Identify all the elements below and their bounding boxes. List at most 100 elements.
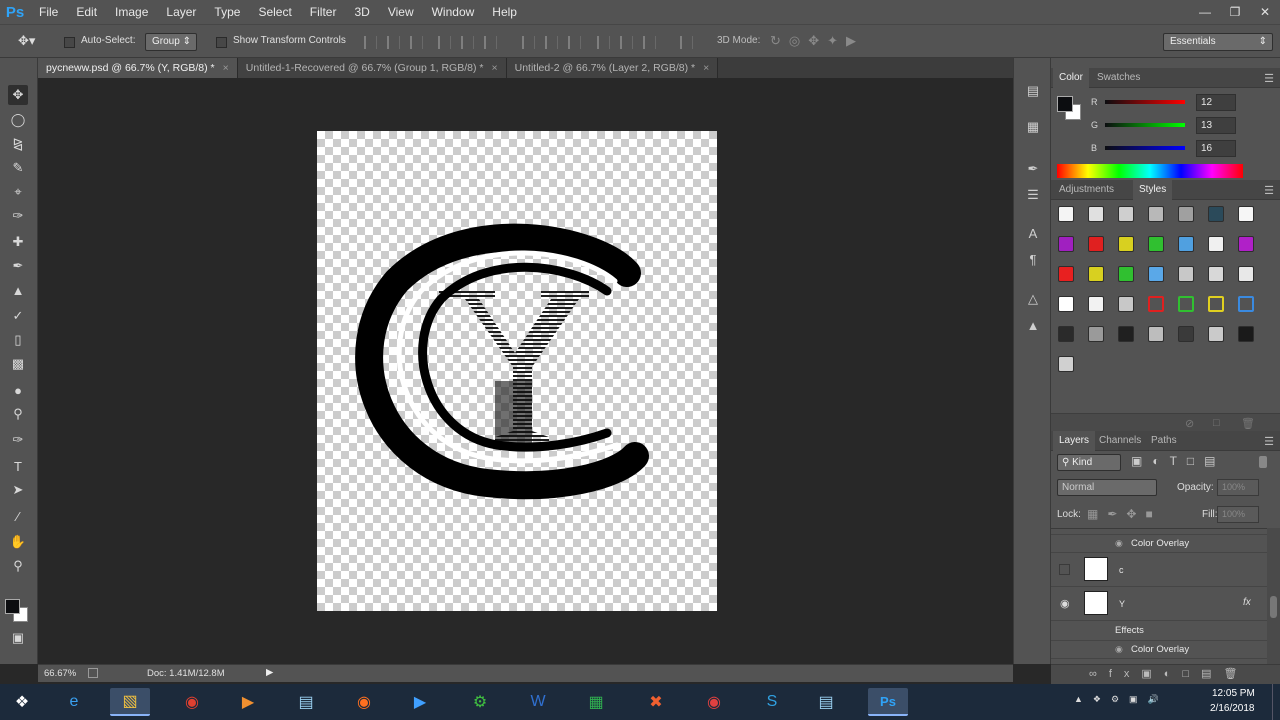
eye-icon[interactable]: ◉ — [1115, 538, 1123, 549]
restore-icon[interactable]: ❐ — [1220, 0, 1250, 24]
fx-icon[interactable]: fx — [1243, 597, 1251, 608]
xampp-icon[interactable]: ✖ — [636, 688, 676, 716]
tab-styles[interactable]: Styles — [1133, 180, 1173, 200]
document-canvas[interactable] — [317, 131, 717, 611]
menu-help[interactable]: Help — [483, 0, 526, 24]
close-icon[interactable]: × — [491, 58, 497, 78]
image-viewer-icon[interactable]: ▤ — [806, 688, 846, 716]
layer-filter-icons[interactable]: ▣◐T□▤ — [1131, 454, 1226, 468]
blur-tool-icon[interactable]: ● — [8, 380, 28, 400]
android-studio-icon[interactable]: ⚙ — [460, 688, 500, 716]
style-swatch[interactable] — [1118, 206, 1134, 222]
internet-explorer-icon[interactable]: e — [54, 688, 94, 716]
trash-icon[interactable]: 🗑 — [1241, 417, 1255, 430]
menu-type[interactable]: Type — [205, 0, 249, 24]
layer-effect-row[interactable]: ◉ Color Overlay — [1051, 535, 1267, 553]
clone-stamp-tool-icon[interactable]: ▲ — [8, 280, 28, 300]
auto-align-icon[interactable] — [680, 36, 693, 49]
system-tray-icons[interactable]: ▲❖⚙▣🔊 — [1074, 694, 1169, 705]
move-tool-icon[interactable]: ✥ — [8, 85, 28, 105]
tab-paths[interactable]: Paths — [1145, 431, 1183, 451]
channel-b-slider[interactable] — [1105, 146, 1185, 150]
line-tool-icon[interactable]: ∕ — [8, 506, 28, 526]
distribute-vcenter-icon[interactable] — [545, 36, 558, 49]
style-swatch[interactable] — [1208, 236, 1224, 252]
close-icon[interactable]: × — [223, 58, 229, 78]
layer-effects-row[interactable]: Effects — [1051, 621, 1267, 641]
windows-start-icon[interactable]: ❖ — [2, 688, 42, 716]
style-swatch[interactable] — [1178, 236, 1194, 252]
channel-b-input[interactable]: 16 — [1196, 140, 1236, 157]
style-swatch[interactable] — [1118, 236, 1134, 252]
style-swatch[interactable] — [1178, 326, 1194, 342]
close-icon[interactable]: ✕ — [1250, 0, 1280, 24]
style-swatch[interactable] — [1088, 236, 1104, 252]
layer-row-y[interactable]: ◉ Y fx — [1051, 587, 1267, 621]
export-icon[interactable] — [88, 668, 98, 678]
brush-presets-icon[interactable]: ✒ — [1024, 160, 1042, 178]
lasso-tool-icon[interactable]: ⧎ — [8, 134, 28, 154]
layer-effect-row[interactable]: ◉ Color Overlay — [1051, 641, 1267, 659]
style-swatch[interactable] — [1088, 206, 1104, 222]
eraser-tool-icon[interactable]: ▯ — [8, 330, 28, 350]
channel-g-input[interactable]: 13 — [1196, 117, 1236, 134]
distribute-bottom-icon[interactable] — [568, 36, 581, 49]
skype-icon[interactable]: S — [752, 688, 792, 716]
style-swatch[interactable] — [1238, 236, 1254, 252]
layer-footer-icons[interactable]: ∞fx▣◐□▤🗑 — [1089, 667, 1249, 680]
distribute-left-icon[interactable] — [597, 36, 610, 49]
scrollbar-thumb[interactable] — [1270, 596, 1277, 618]
style-swatch[interactable] — [1058, 326, 1074, 342]
style-swatch[interactable] — [1088, 296, 1104, 312]
style-swatch[interactable] — [1058, 206, 1074, 222]
tab-swatches[interactable]: Swatches — [1091, 68, 1146, 88]
zoom-level[interactable]: 66.67% — [44, 668, 76, 679]
minimize-icon[interactable]: — — [1190, 0, 1220, 24]
align-bottom-icon[interactable] — [410, 36, 423, 49]
paragraph-icon[interactable]: ¶ — [1024, 250, 1042, 268]
style-swatch[interactable] — [1208, 266, 1224, 282]
auto-select-dropdown[interactable]: Group ⇕ — [145, 33, 197, 51]
type-tool-icon[interactable]: T — [8, 456, 28, 476]
layer-filter-dropdown[interactable]: ⚲ Kind — [1057, 454, 1121, 471]
menu-select[interactable]: Select — [249, 0, 300, 24]
distribute-top-icon[interactable] — [522, 36, 535, 49]
media-player-icon[interactable]: ▶ — [228, 688, 268, 716]
eyedropper-tool-icon[interactable]: ✑ — [8, 206, 28, 226]
lock-icons[interactable]: ▦✒✥■ — [1087, 507, 1162, 521]
menu-view[interactable]: View — [379, 0, 423, 24]
layers-scrollbar[interactable] — [1267, 528, 1280, 664]
clear-style-icon[interactable]: ⊘ — [1185, 417, 1194, 430]
tab-channels[interactable]: Channels — [1093, 431, 1147, 451]
style-swatch[interactable] — [1118, 266, 1134, 282]
dodge-tool-icon[interactable]: ⚲ — [8, 404, 28, 424]
visibility-toggle[interactable] — [1059, 564, 1070, 575]
tab-color[interactable]: Color — [1053, 68, 1089, 88]
eye-icon[interactable]: ◉ — [1115, 644, 1123, 655]
style-swatch[interactable] — [1208, 326, 1224, 342]
history-brush-tool-icon[interactable]: ✓ — [8, 306, 28, 326]
fill-input[interactable]: 100% — [1217, 506, 1259, 523]
play-store-icon[interactable]: ▶ — [400, 688, 440, 716]
channel-r-input[interactable]: 12 — [1196, 94, 1236, 111]
eye-icon[interactable]: ◉ — [1060, 597, 1070, 610]
menu-file[interactable]: File — [30, 0, 67, 24]
3d-mode-icons[interactable]: ↻◎✥✦▶ — [770, 33, 864, 49]
style-swatch[interactable] — [1208, 206, 1224, 222]
style-swatch[interactable] — [1148, 236, 1164, 252]
quick-mask-icon[interactable]: ▣ — [8, 628, 28, 648]
align-hcenter-icon[interactable] — [461, 36, 474, 49]
menu-image[interactable]: Image — [106, 0, 157, 24]
new-style-icon[interactable]: □ — [1213, 417, 1220, 429]
hand-tool-icon[interactable]: ✋ — [8, 532, 28, 552]
style-swatch[interactable] — [1148, 206, 1164, 222]
style-swatch[interactable] — [1148, 296, 1164, 312]
pen-tool-icon[interactable]: ✑ — [8, 430, 28, 450]
color-spectrum-bar[interactable] — [1057, 164, 1243, 178]
brush-tool-icon[interactable]: ✒ — [8, 256, 28, 276]
firefox-icon[interactable]: ◉ — [344, 688, 384, 716]
channel-r-slider[interactable] — [1105, 100, 1185, 104]
workspace-dropdown[interactable]: Essentials ⇕ — [1163, 33, 1273, 51]
style-swatch[interactable] — [1058, 296, 1074, 312]
show-transform-checkbox[interactable] — [216, 37, 227, 48]
